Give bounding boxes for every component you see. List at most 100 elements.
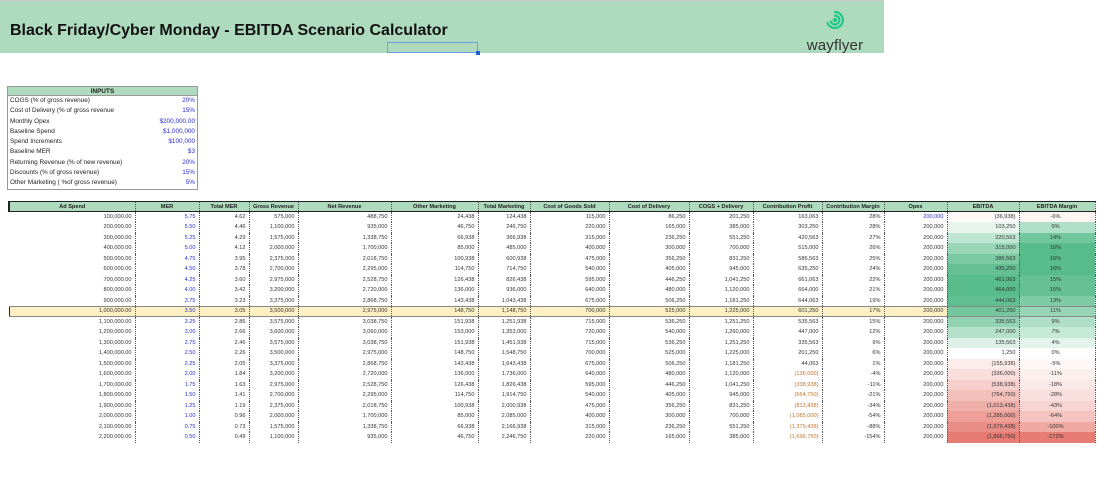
cell-ad-spend[interactable]: 1,100,000.00 bbox=[9, 316, 136, 327]
cell-contribution-margin[interactable]: 25% bbox=[822, 253, 885, 264]
cell-mer[interactable]: 2.00 bbox=[135, 369, 200, 380]
cell-ebitda-margin[interactable]: 14% bbox=[1019, 232, 1096, 243]
cell-total-mer[interactable]: 4.62 bbox=[199, 211, 250, 222]
cell-net-revenue[interactable]: 2,018,750 bbox=[298, 253, 392, 264]
cell-ad-spend[interactable]: 100,000.00 bbox=[9, 211, 136, 222]
cell-net-revenue[interactable]: 2,868,750 bbox=[298, 358, 392, 369]
cell-opex[interactable]: 200,000 bbox=[884, 379, 948, 390]
cell-net-revenue[interactable]: 1,338,750 bbox=[298, 421, 392, 432]
cell-contribution-profit[interactable]: 644,063 bbox=[753, 295, 823, 306]
cell-cogs-delivery[interactable]: 385,000 bbox=[689, 222, 754, 233]
cell-ebitda-margin[interactable]: 15% bbox=[1019, 285, 1096, 296]
cell-mer[interactable]: 2.25 bbox=[135, 358, 200, 369]
cell-net-revenue[interactable]: 2,975,000 bbox=[298, 305, 392, 317]
cell-ad-spend[interactable]: 1,600,000.00 bbox=[9, 369, 136, 380]
cell-ebitda-margin[interactable]: -5% bbox=[1019, 358, 1096, 369]
cell-gross-revenue[interactable]: 3,375,000 bbox=[249, 358, 299, 369]
column-header[interactable]: EBITDA bbox=[947, 201, 1020, 212]
column-header[interactable]: Contribution Profit bbox=[753, 201, 823, 212]
cell-contribution-profit[interactable]: 335,563 bbox=[753, 337, 823, 348]
cell-mer[interactable]: 4.75 bbox=[135, 253, 200, 264]
cell-cost-of-goods-sold[interactable]: 475,000 bbox=[530, 253, 610, 264]
cell-gross-revenue[interactable]: 1,100,000 bbox=[249, 432, 299, 443]
cell-cost-of-delivery[interactable]: 525,000 bbox=[609, 348, 690, 359]
cell-gross-revenue[interactable]: 1,575,000 bbox=[249, 232, 299, 243]
cell-other-marketing[interactable]: 136,000 bbox=[391, 285, 479, 296]
cell-total-marketing[interactable]: 2,166,938 bbox=[478, 421, 531, 432]
cell-other-marketing[interactable]: 126,438 bbox=[391, 379, 479, 390]
cell-cogs-delivery[interactable]: 1,120,000 bbox=[689, 369, 754, 380]
cell-total-mer[interactable]: 1.84 bbox=[199, 369, 250, 380]
cell-cost-of-goods-sold[interactable]: 315,000 bbox=[530, 421, 610, 432]
cell-contribution-profit[interactable]: (1,696,750) bbox=[753, 432, 823, 443]
cell-total-mer[interactable]: 0.96 bbox=[199, 411, 250, 422]
cell-ad-spend[interactable]: 1,000,000.00 bbox=[8, 305, 136, 317]
cell-contribution-margin[interactable]: 1% bbox=[822, 358, 885, 369]
cell-ebitda-margin[interactable]: -18% bbox=[1019, 379, 1096, 390]
cell-ebitda-margin[interactable]: 16% bbox=[1019, 243, 1096, 254]
cell-other-marketing[interactable]: 100,938 bbox=[391, 400, 479, 411]
cell-mer[interactable]: 5.50 bbox=[135, 222, 200, 233]
cell-net-revenue[interactable]: 3,060,000 bbox=[298, 327, 392, 338]
cell-mer[interactable]: 1.75 bbox=[135, 379, 200, 390]
fill-handle[interactable] bbox=[476, 51, 480, 55]
cell-total-marketing[interactable]: 1,736,000 bbox=[478, 369, 531, 380]
cell-cogs-delivery[interactable]: 201,250 bbox=[689, 211, 754, 222]
cell-total-marketing[interactable]: 1,451,938 bbox=[478, 337, 531, 348]
cell-cost-of-goods-sold[interactable]: 715,000 bbox=[530, 337, 610, 348]
cell-mer[interactable]: 0.75 bbox=[135, 421, 200, 432]
cell-gross-revenue[interactable]: 1,575,000 bbox=[249, 421, 299, 432]
cell-cost-of-goods-sold[interactable]: 675,000 bbox=[530, 358, 610, 369]
cell-mer[interactable]: 3.25 bbox=[135, 316, 200, 327]
cell-gross-revenue[interactable]: 2,700,000 bbox=[249, 264, 299, 275]
cell-opex[interactable]: 200,000 bbox=[884, 348, 948, 359]
cell-contribution-profit[interactable]: (813,438) bbox=[753, 400, 823, 411]
cell-cost-of-delivery[interactable]: 480,000 bbox=[609, 285, 690, 296]
cell-gross-revenue[interactable]: 2,375,000 bbox=[249, 400, 299, 411]
cell-gross-revenue[interactable]: 3,575,000 bbox=[249, 316, 299, 327]
cell-other-marketing[interactable]: 85,000 bbox=[391, 411, 479, 422]
cell-ad-spend[interactable]: 1,300,000.00 bbox=[9, 337, 136, 348]
cell-cogs-delivery[interactable]: 945,000 bbox=[689, 264, 754, 275]
cell-ebitda-margin[interactable]: -11% bbox=[1019, 369, 1096, 380]
column-header[interactable]: Total MER bbox=[199, 201, 250, 212]
cell-cost-of-goods-sold[interactable]: 540,000 bbox=[530, 390, 610, 401]
cell-ebitda-margin[interactable]: 7% bbox=[1019, 327, 1096, 338]
input-value[interactable]: $200,000.00 bbox=[159, 117, 195, 127]
cell-cogs-delivery[interactable]: 551,250 bbox=[689, 232, 754, 243]
cell-ebitda[interactable]: 220,563 bbox=[946, 232, 1020, 243]
cell-opex[interactable]: 200,000 bbox=[884, 400, 948, 411]
cell-contribution-margin[interactable]: 26% bbox=[822, 243, 885, 254]
cell-net-revenue[interactable]: 2,018,750 bbox=[298, 400, 392, 411]
cell-cogs-delivery[interactable]: 1,251,250 bbox=[689, 337, 754, 348]
cell-other-marketing[interactable]: 143,438 bbox=[391, 295, 479, 306]
cell-opex[interactable]: 200,000 bbox=[884, 421, 948, 432]
cell-ebitda-margin[interactable]: 9% bbox=[1019, 316, 1096, 327]
cell-cost-of-delivery[interactable]: 236,250 bbox=[609, 232, 690, 243]
cell-opex[interactable]: 200,000 bbox=[884, 411, 948, 422]
cell-opex[interactable]: 200,000 bbox=[884, 295, 948, 306]
cell-other-marketing[interactable]: 66,938 bbox=[391, 232, 479, 243]
cell-opex[interactable]: 200,000 bbox=[884, 305, 948, 317]
cell-ad-spend[interactable]: 700,000.00 bbox=[9, 274, 136, 285]
cell-opex[interactable]: 200,000 bbox=[884, 358, 948, 369]
cell-total-marketing[interactable]: 1,043,438 bbox=[478, 295, 531, 306]
cell-cost-of-delivery[interactable]: 405,000 bbox=[609, 390, 690, 401]
cell-total-mer[interactable]: 3.23 bbox=[199, 295, 250, 306]
cell-cogs-delivery[interactable]: 1,120,000 bbox=[689, 285, 754, 296]
input-value[interactable]: 15% bbox=[182, 168, 195, 178]
cell-cost-of-goods-sold[interactable]: 475,000 bbox=[530, 400, 610, 411]
cell-contribution-margin[interactable]: -11% bbox=[822, 379, 885, 390]
cell-cogs-delivery[interactable]: 831,250 bbox=[689, 253, 754, 264]
cell-opex[interactable]: 200,000 bbox=[884, 337, 948, 348]
cell-other-marketing[interactable]: 114,750 bbox=[391, 264, 479, 275]
cell-ad-spend[interactable]: 2,100,000.00 bbox=[9, 421, 136, 432]
cell-total-marketing[interactable]: 714,750 bbox=[478, 264, 531, 275]
cell-total-marketing[interactable]: 1,548,750 bbox=[478, 348, 531, 359]
cell-mer[interactable]: 5.75 bbox=[135, 211, 200, 222]
column-header[interactable]: Contribution Margin bbox=[822, 201, 885, 212]
cell-cost-of-delivery[interactable]: 300,000 bbox=[609, 243, 690, 254]
cell-net-revenue[interactable]: 2,528,750 bbox=[298, 274, 392, 285]
cell-ebitda[interactable]: (155,938) bbox=[946, 358, 1020, 369]
cell-ebitda[interactable]: 386,563 bbox=[946, 253, 1020, 264]
